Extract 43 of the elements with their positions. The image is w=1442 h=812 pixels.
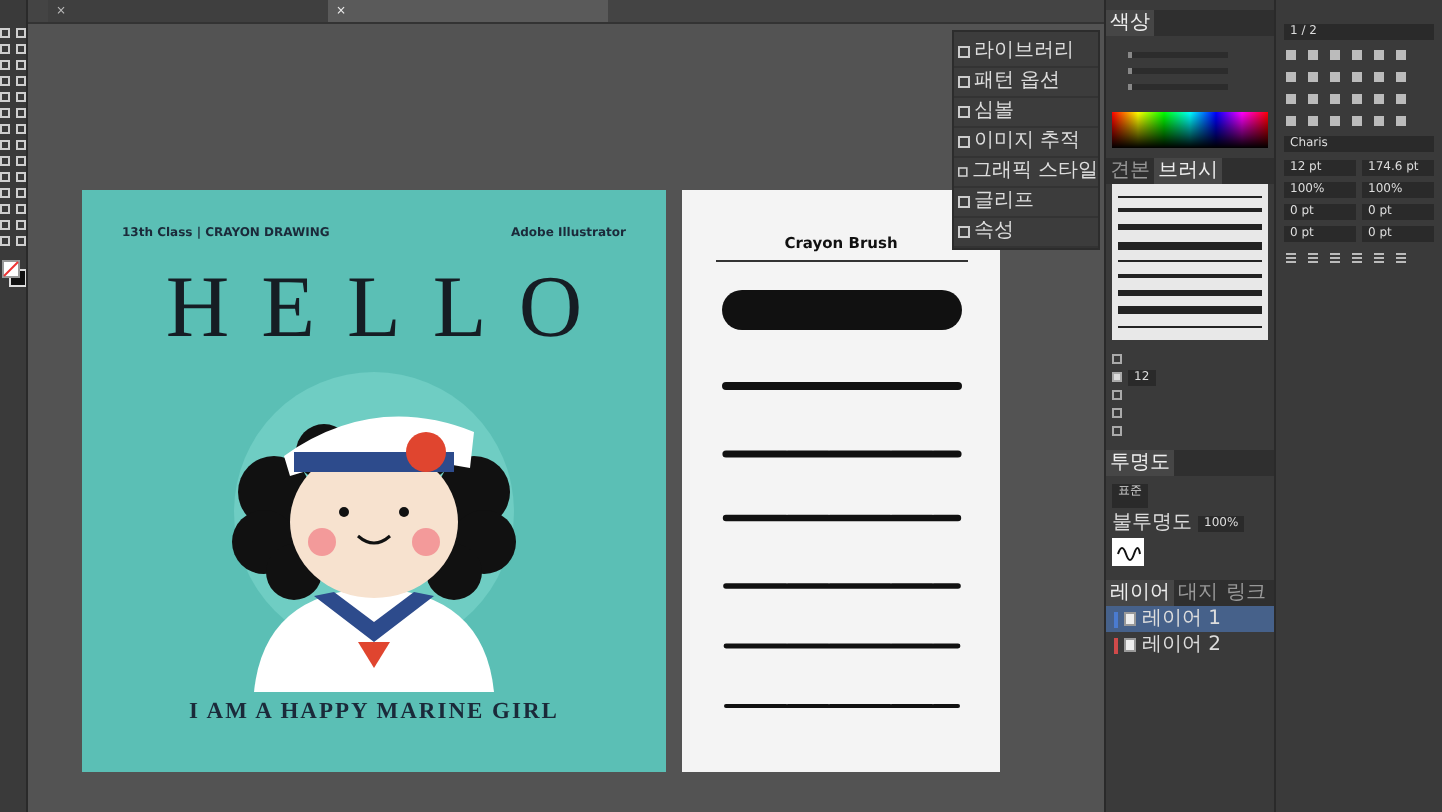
- layer-name: 레이어 1: [1142, 607, 1222, 631]
- paragraph-align-icon[interactable]: [1284, 250, 1298, 264]
- panel-icon[interactable]: [958, 76, 970, 88]
- caption-text: I AM A HAPPY MARINE GIRL: [189, 700, 559, 724]
- panel-tab[interactable]: 링크: [1222, 580, 1270, 606]
- checkbox[interactable]: [1112, 372, 1122, 382]
- panel-shortcut-label[interactable]: 라이브러리: [974, 40, 1074, 64]
- brush-library[interactable]: [1112, 184, 1268, 340]
- checkbox[interactable]: [1112, 408, 1122, 418]
- panel-tab[interactable]: 견본: [1106, 158, 1154, 184]
- opacity-label: 불투명도: [1112, 512, 1192, 536]
- panel-tab[interactable]: 레이어: [1106, 580, 1174, 606]
- paragraph-align-icon[interactable]: [1306, 250, 1320, 264]
- panel-tab[interactable]: 대지: [1174, 580, 1222, 606]
- paragraph-align-icon[interactable]: [1328, 250, 1342, 264]
- paragraph-align-icon[interactable]: [1372, 250, 1386, 264]
- panel-shortcut-label[interactable]: 이미지 추적: [974, 130, 1081, 154]
- panel-shortcut-label[interactable]: 심볼: [974, 100, 1014, 124]
- panel-tab[interactable]: 색상: [1106, 10, 1154, 36]
- panel-icon[interactable]: [958, 46, 970, 58]
- mask-thumbnail-icon: [1112, 538, 1144, 566]
- panel-icon[interactable]: [958, 136, 970, 148]
- checkbox[interactable]: [1112, 390, 1122, 400]
- checkbox[interactable]: [1112, 426, 1122, 436]
- panel-icon[interactable]: [958, 226, 970, 238]
- layer-row[interactable]: 레이어 2: [1106, 632, 1274, 658]
- panel-shortcut-label[interactable]: 속성: [974, 220, 1014, 244]
- panel-icon[interactable]: [958, 166, 968, 178]
- checkbox[interactable]: [1112, 354, 1122, 364]
- layer-name: 레이어 2: [1142, 633, 1222, 657]
- fill-stroke-icon[interactable]: [1, 260, 25, 288]
- panel-tab[interactable]: 브러시: [1154, 158, 1222, 184]
- color-spectrum[interactable]: [1112, 112, 1268, 148]
- paragraph-align-icon[interactable]: [1394, 250, 1408, 264]
- panel-shortcut-label[interactable]: 패턴 옵션: [974, 70, 1061, 94]
- paragraph-align-icon[interactable]: [1350, 250, 1364, 264]
- panel-icon[interactable]: [958, 196, 970, 208]
- layer-row[interactable]: 레이어 1: [1106, 606, 1274, 632]
- panel-shortcut-label[interactable]: 그래픽 스타일: [971, 160, 1098, 184]
- panel-icon[interactable]: [958, 106, 970, 118]
- panel-shortcut-label[interactable]: 글리프: [974, 190, 1034, 214]
- panel-tab[interactable]: 투명도: [1106, 450, 1174, 476]
- hello-title: HELLO: [163, 264, 615, 352]
